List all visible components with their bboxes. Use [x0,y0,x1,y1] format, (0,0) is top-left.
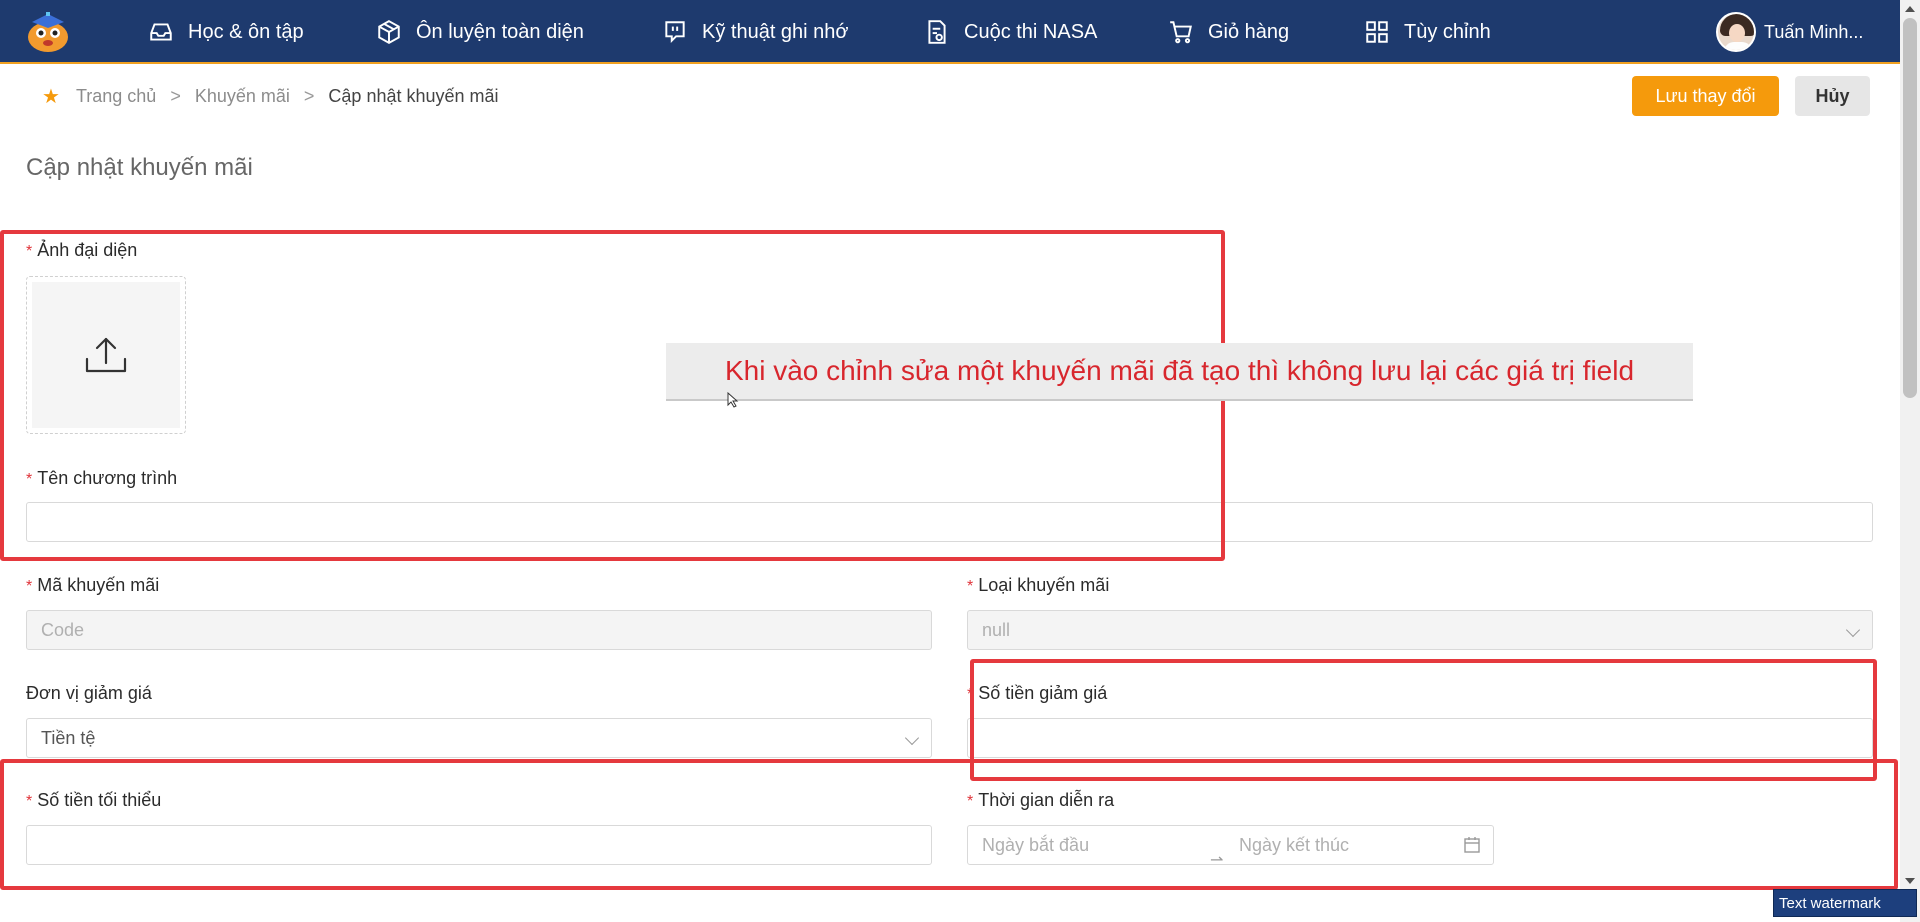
annotation-box-bottom [0,759,1898,890]
chevron-down-icon [904,730,920,746]
scroll-up-arrow-icon[interactable] [1905,6,1915,12]
nav-item-memory[interactable]: Kỹ thuật ghi nhớ [662,0,849,64]
save-button[interactable]: Lưu thay đổi [1632,76,1779,116]
nav-item-label: Giỏ hàng [1208,20,1290,43]
promo-type-select: null [967,610,1873,650]
cart-icon [1170,21,1192,44]
promo-code-label: * Mã khuyến mãi [26,575,159,596]
nav-item-label: Ôn luyện toàn diện [416,20,584,43]
scroll-thumb[interactable] [1903,18,1917,398]
nav-item-label: Tùy chỉnh [1404,20,1491,43]
nav-item-customize[interactable]: Tùy chỉnh [1364,0,1491,64]
inbox-icon [150,23,172,41]
breadcrumb: ★ Trang chủ > Khuyến mãi > Cập nhật khuy… [42,84,499,109]
promo-code-input: Code [26,610,932,650]
breadcrumb-home[interactable]: Trang chủ [76,86,156,107]
required-mark: * [26,578,33,595]
annotation-callout: Khi vào chỉnh sửa một khuyến mãi đã tạo … [666,343,1693,399]
discount-unit-select[interactable]: Tiền tệ [26,718,932,758]
discount-unit-label: Đơn vị giảm giá [26,683,152,703]
scroll-down-arrow-icon[interactable] [1905,878,1915,884]
page-scrollbar[interactable] [1900,0,1920,922]
chevron-down-icon [1845,622,1861,638]
star-icon: ★ [42,86,60,108]
user-name: Tuấn Minh... [1764,21,1864,42]
document-icon [928,20,946,44]
discount-unit-value: Tiền tệ [41,727,96,748]
text-watermark: Text watermark [1773,889,1917,917]
breadcrumb-separator: > [170,86,181,106]
nav-item-nasa-contest[interactable]: Cuộc thi NASA [924,0,1097,64]
logo-icon[interactable] [24,10,74,54]
user-menu[interactable]: Tuấn Minh... [1716,12,1863,52]
breadcrumb-separator: > [303,86,315,106]
nav-item-practice[interactable]: Ôn luyện toàn diện [376,0,584,64]
nav-item-label: Kỹ thuật ghi nhớ [702,20,849,43]
mouse-cursor-icon [727,392,739,408]
avatar [1716,12,1756,52]
cube-icon [378,20,400,44]
nav-item-cart[interactable]: Giỏ hàng [1168,0,1289,64]
breadcrumb-bar: ★ Trang chủ > Khuyến mãi > Cập nhật khuy… [0,64,1900,126]
promo-type-label: * Loại khuyến mãi [967,575,1109,596]
nav-item-label: Học & ôn tập [188,20,304,43]
required-mark: * [967,578,974,595]
promo-code-label-text: Mã khuyến mãi [37,575,160,595]
nav-item-learn[interactable]: Học & ôn tập [148,0,304,64]
chat-bubble-icon [665,21,685,44]
nav-item-label: Cuộc thi NASA [964,20,1098,43]
top-navbar: Học & ôn tập Ôn luyện toàn diện Kỹ thuật… [0,0,1900,64]
breadcrumb-promotions[interactable]: Khuyến mãi [195,86,290,107]
promo-type-label-text: Loại khuyến mãi [978,575,1110,595]
grid-icon [1366,21,1388,43]
promo-type-value: null [982,619,1011,640]
page-title: Cập nhật khuyến mãi [26,154,253,181]
cancel-button[interactable]: Hủy [1795,76,1870,116]
breadcrumb-current: Cập nhật khuyến mãi [328,86,499,106]
